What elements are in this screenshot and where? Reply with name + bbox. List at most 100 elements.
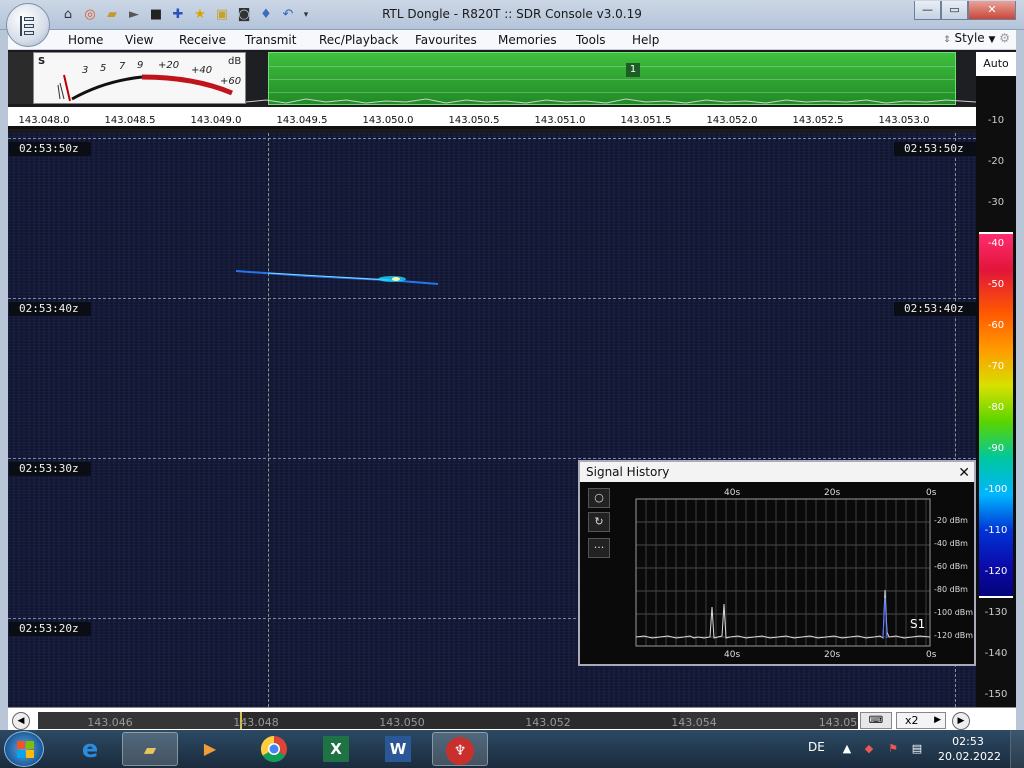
history-y-label: -60 dBm bbox=[934, 562, 968, 571]
waterfall-timestamp: 02:53:30z bbox=[9, 462, 91, 476]
freq-tick: 143.050.0 bbox=[362, 115, 414, 126]
db-label: -100 bbox=[984, 484, 1008, 495]
file-explorer-icon[interactable]: ▰ bbox=[122, 732, 178, 766]
history-y-label: -80 dBm bbox=[934, 585, 968, 594]
s-scale-9: 9 bbox=[137, 60, 144, 71]
freq-tick: 143.052.5 bbox=[792, 115, 844, 126]
spectrum-display[interactable]: 1 bbox=[246, 52, 976, 107]
freq-tick: 143.049.5 bbox=[276, 115, 328, 126]
history-top-axis-0s: 0s bbox=[926, 488, 937, 498]
maximize-button[interactable]: ▭ bbox=[941, 1, 968, 20]
waterfall-timestamp-right: 02:53:50z bbox=[894, 142, 976, 156]
menu-memories[interactable]: Memories bbox=[498, 33, 557, 47]
menu-favourites[interactable]: Favourites bbox=[415, 33, 477, 47]
internet-explorer-icon[interactable]: e bbox=[62, 732, 118, 766]
waterfall-timestamp: 02:53:50z bbox=[9, 142, 91, 156]
show-hidden-icons-icon[interactable]: ▲ bbox=[840, 742, 854, 756]
db-label: dB bbox=[228, 56, 242, 67]
menu-tools[interactable]: Tools bbox=[576, 33, 606, 47]
menu-home[interactable]: Home bbox=[68, 33, 103, 47]
scroll-right-button[interactable]: ▶ bbox=[952, 712, 970, 730]
db-label: -150 bbox=[984, 689, 1008, 700]
menu-view[interactable]: View bbox=[125, 33, 153, 47]
timeline-label: 143.052 bbox=[525, 716, 571, 729]
timeline-label: 143.048 bbox=[233, 716, 279, 729]
keyboard-icon[interactable]: ⌨ bbox=[860, 712, 892, 729]
undo-icon[interactable]: ↶ bbox=[280, 7, 296, 23]
menu-rec-playback[interactable]: Rec/Playback bbox=[319, 33, 398, 47]
waterfall-timestamp: 02:53:20z bbox=[9, 622, 91, 636]
flag-icon[interactable]: ⚑ bbox=[886, 742, 900, 756]
db-label: -120 bbox=[984, 566, 1008, 577]
freq-tick: 143.051.0 bbox=[534, 115, 586, 126]
signal-history-dialog[interactable]: Signal History ✕ ○ ↻ ··· 40s 20s 0s 40s … bbox=[578, 460, 976, 666]
media-player-icon[interactable]: ▶ bbox=[182, 732, 238, 766]
frequency-scale[interactable]: 143.048.0 143.048.5 143.049.0 143.049.5 … bbox=[8, 107, 976, 129]
camera-icon[interactable]: ◙ bbox=[236, 7, 252, 23]
folder-icon[interactable]: ▰ bbox=[104, 7, 120, 23]
lock-icon[interactable]: ▣ bbox=[214, 7, 230, 23]
db-label: -50 bbox=[987, 279, 1005, 290]
dropper-icon[interactable]: ♦ bbox=[258, 7, 274, 23]
language-indicator[interactable]: DE bbox=[808, 740, 825, 754]
s-scale-3: 3 bbox=[82, 65, 89, 76]
history-bottom-axis-40s: 40s bbox=[724, 650, 741, 660]
meter-needle bbox=[63, 74, 71, 102]
freq-tick: 143.052.0 bbox=[706, 115, 758, 126]
waterfall-timestamp: 02:53:40z bbox=[9, 302, 91, 316]
chrome-icon[interactable] bbox=[246, 732, 302, 766]
sdr-console-icon[interactable]: ♆ bbox=[432, 732, 488, 766]
freq-tick: 143.049.0 bbox=[190, 115, 242, 126]
timeline-label: 143.054 bbox=[671, 716, 717, 729]
history-bottom-axis-20s: 20s bbox=[824, 650, 841, 660]
close-window-button[interactable]: ✕ bbox=[968, 1, 1016, 20]
show-desktop-button[interactable] bbox=[1010, 730, 1024, 768]
excel-icon[interactable]: X bbox=[308, 732, 364, 766]
system-clock[interactable]: 02:53 20.02.2022 bbox=[938, 734, 1001, 764]
play-icon[interactable]: ► bbox=[126, 7, 142, 23]
history-y-label: -40 dBm bbox=[934, 539, 968, 548]
minimize-button[interactable]: — bbox=[914, 1, 941, 20]
style-label: Style bbox=[954, 31, 985, 45]
chevron-right-icon: ▶ bbox=[934, 715, 941, 725]
timeline-viewport-thumb[interactable] bbox=[240, 712, 680, 729]
stop-icon[interactable]: ■ bbox=[148, 7, 164, 23]
gear-icon[interactable]: ⚙ bbox=[999, 31, 1010, 45]
s-scale-60: +60 bbox=[220, 76, 242, 87]
plus-icon[interactable]: ✚ bbox=[170, 7, 186, 23]
history-y-label: -20 dBm bbox=[934, 516, 968, 525]
application-menu-button[interactable] bbox=[6, 3, 50, 47]
db-label: -30 bbox=[987, 197, 1005, 208]
timeline-label: 143.046 bbox=[87, 716, 133, 729]
freq-tick: 143.051.5 bbox=[620, 115, 672, 126]
db-label: -70 bbox=[987, 361, 1005, 372]
star-icon[interactable]: ★ bbox=[192, 7, 208, 23]
freq-tick: 143.048.0 bbox=[18, 115, 70, 126]
network-icon[interactable]: ▤ bbox=[910, 742, 924, 756]
word-icon[interactable]: W bbox=[370, 732, 426, 766]
db-label: -20 bbox=[987, 156, 1005, 167]
style-menu[interactable]: ⇕ Style ▼ ⚙ bbox=[943, 31, 1010, 45]
s-reading: S1 bbox=[910, 617, 926, 631]
scroll-left-button[interactable]: ◀ bbox=[12, 712, 30, 730]
lifebuoy-icon[interactable]: ◎ bbox=[82, 7, 98, 23]
start-button[interactable] bbox=[4, 731, 44, 767]
security-icon[interactable]: ◆ bbox=[862, 742, 876, 756]
history-bottom-axis-0s: 0s bbox=[926, 650, 937, 660]
db-label: -90 bbox=[987, 443, 1005, 454]
spectrum-noise-trace bbox=[246, 98, 976, 104]
menu-receive[interactable]: Receive bbox=[179, 33, 226, 47]
dropdown-arrow-icon[interactable]: ▾ bbox=[298, 7, 314, 23]
s-label: S bbox=[38, 56, 46, 67]
timeline-track[interactable]: 143.046 143.048 143.050 143.052 143.054 … bbox=[38, 712, 858, 729]
auto-scale-button[interactable]: Auto bbox=[976, 52, 1016, 76]
home-icon[interactable]: ⌂ bbox=[60, 7, 76, 23]
timeline-label: 143.05 bbox=[818, 716, 858, 729]
zoom-select[interactable]: x2 ▶ bbox=[896, 712, 946, 729]
history-top-axis-20s: 20s bbox=[824, 488, 841, 498]
menu-help[interactable]: Help bbox=[632, 33, 659, 47]
band-number-label: 1 bbox=[626, 63, 640, 77]
db-label: -60 bbox=[987, 320, 1005, 331]
menu-transmit[interactable]: Transmit bbox=[245, 33, 296, 47]
app-orb-icon bbox=[20, 16, 38, 36]
